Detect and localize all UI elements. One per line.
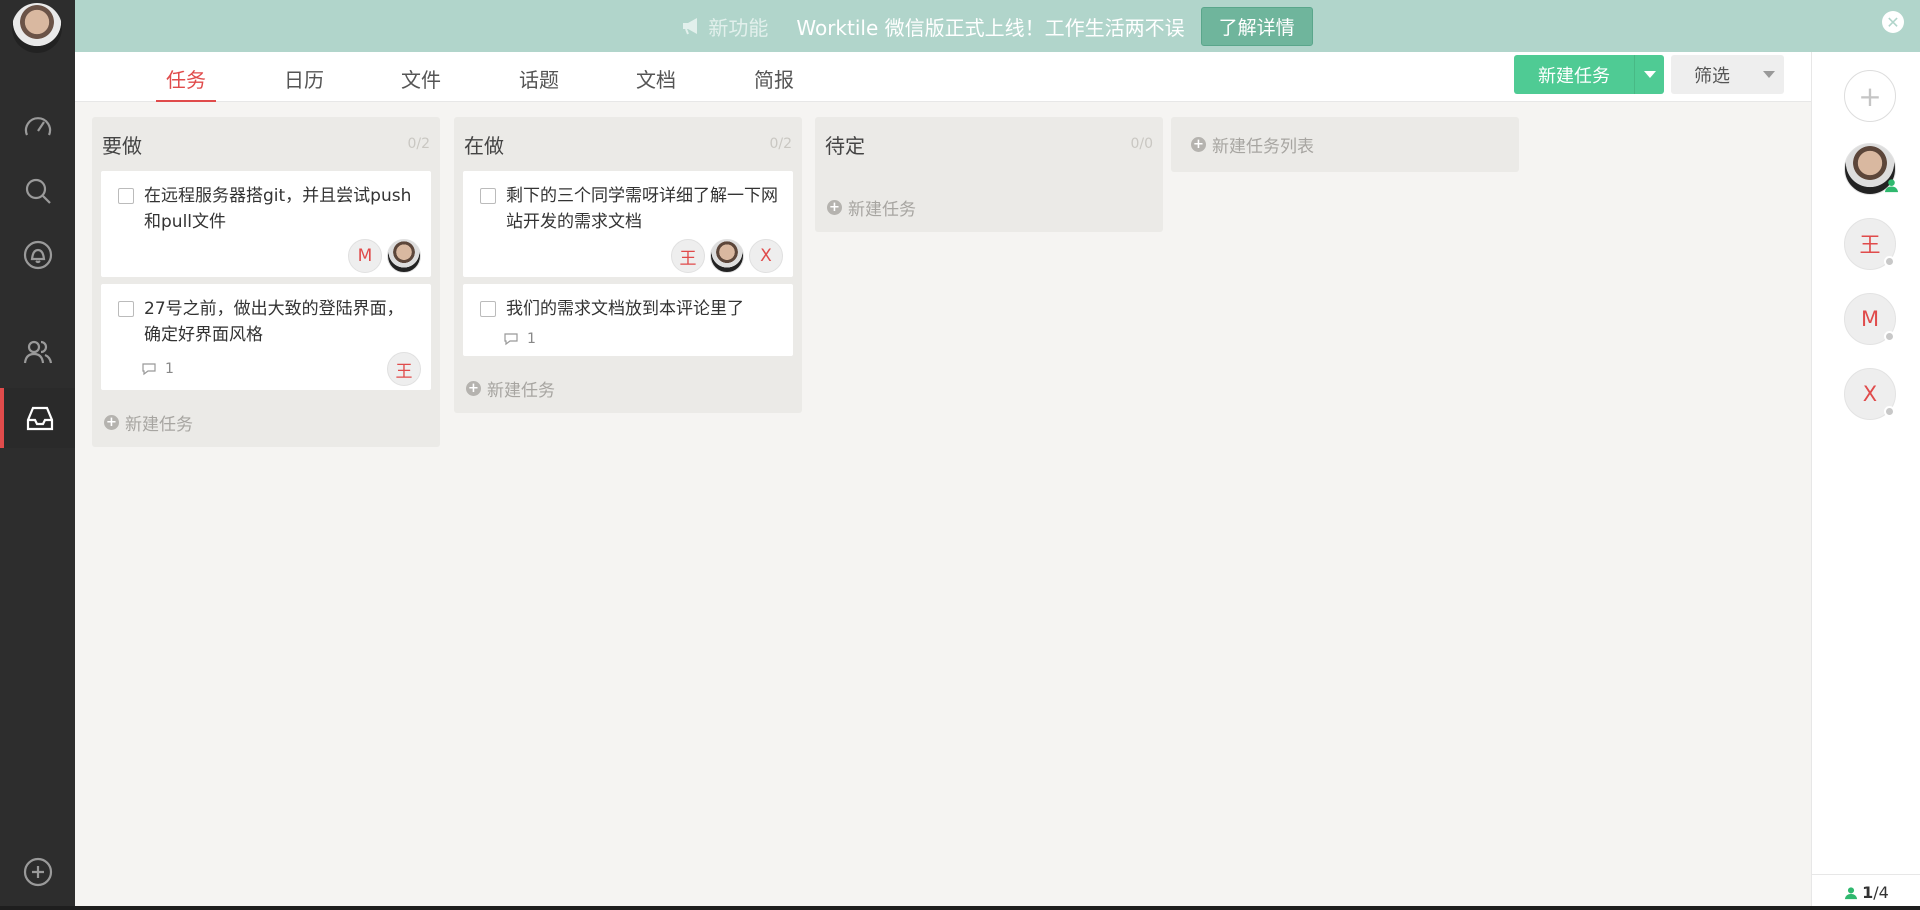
add-task-button[interactable]: + 新建任务 (92, 397, 440, 447)
add-member-icon[interactable]: + (1844, 70, 1896, 122)
left-sidebar (0, 0, 75, 910)
comment-icon (504, 333, 518, 346)
task-list-todo: 要做 0/2 在远程服务器搭git，并且尝试push和pull文件 M 27号之… (92, 117, 440, 447)
new-feature-text: 新功能 (708, 15, 769, 40)
user-icon (1845, 886, 1858, 899)
new-task-list-label[interactable]: 新建任务列表 (1212, 132, 1314, 157)
member-initial: 王 (1859, 233, 1881, 257)
task-title[interactable]: 在远程服务器搭git，并且尝试push和pull文件 (101, 171, 431, 235)
comment-count: 1 (503, 331, 536, 347)
total-count: /4 (1873, 883, 1889, 902)
online-user-icon (1884, 179, 1899, 193)
assignee-avatar[interactable]: 王 (671, 239, 705, 273)
assignee-avatar-photo[interactable] (710, 239, 744, 273)
banner-message: Worktile 微信版正式上线！工作生活两不误 (796, 15, 1185, 40)
comment-count-value: 1 (527, 331, 536, 347)
list-count: 0/2 (769, 136, 792, 152)
task-title[interactable]: 剩下的三个同学需呀详细了解一下网站开发的需求文档 (463, 171, 793, 235)
tab-calendar[interactable]: 日历 (284, 64, 324, 102)
assignee-avatar[interactable]: X (749, 239, 783, 273)
tab-topics[interactable]: 话题 (519, 64, 559, 102)
search-icon[interactable] (0, 161, 75, 221)
new-task-list-button[interactable]: + 新建任务列表 (1171, 117, 1519, 172)
task-checkbox[interactable] (480, 188, 496, 204)
assignee-avatar[interactable]: 王 (387, 352, 421, 386)
chevron-down-icon (1762, 71, 1775, 78)
assignee-avatar[interactable]: M (348, 239, 382, 273)
member-avatar[interactable]: M (1844, 293, 1896, 345)
task-list-doing: 在做 0/2 剩下的三个同学需呀详细了解一下网站开发的需求文档 王 X 我们的需… (454, 117, 802, 413)
add-task-label[interactable]: 新建任务 (125, 410, 193, 435)
new-task-label[interactable]: 新建任务 (1514, 62, 1634, 88)
list-count: 0/2 (407, 136, 430, 152)
filter-dropdown[interactable] (1753, 71, 1784, 78)
task-card[interactable]: 剩下的三个同学需呀详细了解一下网站开发的需求文档 王 X (463, 171, 793, 277)
task-card[interactable]: 我们的需求文档放到本评论里了 1 (463, 284, 793, 356)
comment-count: 1 (141, 361, 174, 377)
member-initial: M (1860, 307, 1880, 331)
list-title[interactable]: 在做 (464, 130, 504, 159)
add-task-label[interactable]: 新建任务 (487, 376, 555, 401)
list-count: 0/0 (1130, 136, 1153, 152)
tab-files[interactable]: 文件 (401, 64, 441, 102)
members-sidebar: + 王 M X 1/4 (1811, 52, 1920, 910)
filter-label[interactable]: 筛选 (1671, 62, 1753, 88)
task-checkbox[interactable] (480, 301, 496, 317)
plus-circle-icon: + (104, 414, 119, 430)
task-card[interactable]: 在远程服务器搭git，并且尝试push和pull文件 M (101, 171, 431, 277)
status-dot (1884, 406, 1895, 417)
assignee-avatar-photo[interactable] (387, 239, 421, 273)
tab-documents[interactable]: 文档 (636, 64, 676, 102)
chevron-down-icon (1643, 71, 1656, 78)
inbox-icon[interactable] (0, 388, 75, 448)
task-title[interactable]: 27号之前，做出大致的登陆界面，确定好界面风格 (101, 284, 431, 348)
bell-icon[interactable] (0, 225, 75, 285)
member-avatar-photo[interactable] (1844, 143, 1899, 195)
filter-button[interactable]: 筛选 (1671, 55, 1784, 94)
bottom-strip (0, 906, 1920, 910)
plus-circle-icon: + (1191, 137, 1206, 152)
member-avatar[interactable]: 王 (1844, 218, 1896, 270)
list-title[interactable]: 要做 (102, 130, 142, 159)
new-task-button[interactable]: 新建任务 (1514, 55, 1664, 94)
task-card[interactable]: 27号之前，做出大致的登陆界面，确定好界面风格 1 王 (101, 284, 431, 390)
plus-circle-icon: + (466, 380, 481, 396)
add-task-button[interactable]: + 新建任务 (815, 182, 1163, 232)
list-title[interactable]: 待定 (825, 130, 865, 159)
megaphone-icon (683, 18, 698, 35)
add-icon[interactable] (0, 842, 75, 902)
current-user-avatar[interactable] (12, 3, 62, 53)
status-dot (1884, 256, 1895, 267)
member-avatar[interactable]: X (1844, 368, 1896, 420)
tab-tasks[interactable]: 任务 (156, 64, 216, 102)
task-list-pending: 待定 0/0 + 新建任务 (815, 117, 1163, 232)
online-member-count: 1/4 (1812, 874, 1920, 910)
dashboard-icon[interactable] (0, 97, 75, 157)
comment-count-value: 1 (165, 361, 174, 377)
add-task-button[interactable]: + 新建任务 (454, 363, 802, 413)
task-checkbox[interactable] (118, 301, 134, 317)
announcement-banner: 新功能 Worktile 微信版正式上线！工作生活两不误 了解详情 ✕ (75, 0, 1920, 52)
new-feature-label: 新功能 (682, 12, 768, 41)
online-count: 1 (1862, 883, 1874, 902)
task-checkbox[interactable] (118, 188, 134, 204)
add-task-label[interactable]: 新建任务 (848, 195, 916, 220)
comment-icon (142, 363, 156, 376)
member-initial: X (1862, 382, 1878, 406)
learn-more-button[interactable]: 了解详情 (1200, 6, 1313, 46)
plus-circle-icon: + (827, 199, 842, 215)
status-dot (1884, 331, 1895, 342)
close-banner-icon[interactable]: ✕ (1882, 11, 1904, 33)
task-title[interactable]: 我们的需求文档放到本评论里了 (463, 284, 793, 322)
tab-reports[interactable]: 简报 (754, 64, 794, 102)
new-task-dropdown[interactable] (1634, 55, 1664, 94)
team-icon[interactable] (0, 322, 75, 382)
